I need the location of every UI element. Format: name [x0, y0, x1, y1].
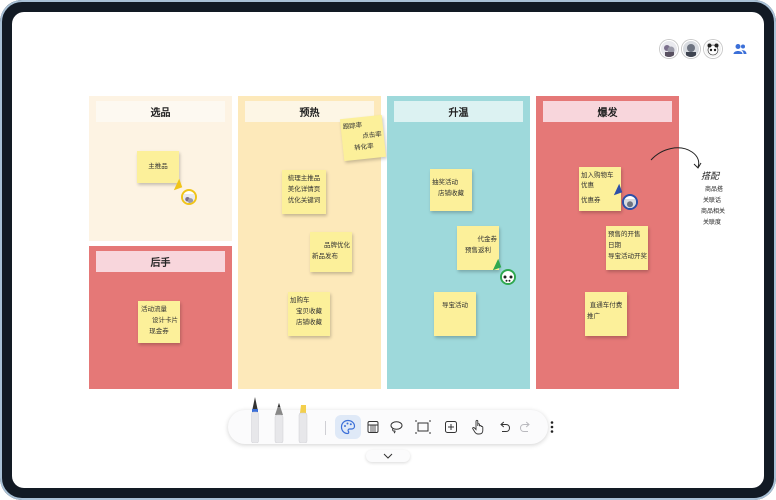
note-text: 设计卡片: [152, 316, 178, 324]
collaborator-avatar[interactable]: [704, 40, 722, 58]
column-header: 选品: [96, 101, 225, 122]
sticky-note[interactable]: 跟踪率 点击率 转化率: [339, 114, 387, 162]
tablet-frame: 选品 主推品 后手 活动流量 设计卡片 现金券 预热 梳理主推品 美化详情页 优…: [0, 0, 776, 500]
note-text: 加购车: [290, 296, 310, 304]
note-text: 直通车付费: [589, 301, 623, 309]
column-header: 升温: [394, 101, 523, 122]
eraser-tool[interactable]: [365, 419, 381, 435]
note-text: 店铺收藏: [296, 318, 322, 326]
handwritten-line: 关联度: [703, 219, 722, 226]
sticky-note[interactable]: 直通车付费 推广: [585, 292, 627, 336]
pen-tool[interactable]: [246, 396, 264, 444]
collaborator-cursor: [170, 178, 200, 208]
sticky-note[interactable]: 预售的开售 日期 导宝活动开奖: [606, 226, 648, 270]
note-text: 优化关键词: [287, 196, 321, 204]
drawing-toolbar: [228, 397, 554, 444]
cursor-arrow-icon: [489, 258, 502, 271]
column-shengwen[interactable]: 升温 抽奖活动 店铺收藏 代金券 预售返利 导宝活动: [387, 96, 530, 389]
note-text: 推广: [587, 312, 600, 320]
select-box-tool[interactable]: [413, 419, 433, 435]
collaborator-cursor: [489, 258, 519, 288]
column-baofa[interactable]: 爆发 加入购物车 优惠 优惠券 预售的开售 日期 导宝活动开奖 直通车付费 推广: [536, 96, 679, 389]
note-text: 现金券: [149, 327, 169, 335]
note-text: 优惠券: [581, 196, 601, 204]
cursor-arrow-icon: [170, 178, 183, 191]
palette-tool[interactable]: [335, 415, 361, 439]
add-tool[interactable]: [443, 419, 459, 435]
note-text: 品牌优化: [324, 241, 350, 249]
note-text: 预售返利: [465, 246, 491, 254]
cursor-avatar: [622, 194, 638, 210]
note-text: 导宝活动: [442, 301, 468, 309]
note-text: 日期: [608, 241, 621, 249]
note-text: 美化详情页: [287, 185, 321, 193]
handwritten-title: 搭配: [701, 172, 720, 182]
note-text: 主推品: [148, 162, 168, 170]
column-yure[interactable]: 预热 梳理主推品 美化详情页 优化关键词 跟踪率 点击率 转化率 品牌优化 新品…: [238, 96, 387, 389]
pencil-tool[interactable]: [270, 402, 288, 444]
note-text: 导宝活动开奖: [608, 252, 647, 260]
lasso-tool[interactable]: [388, 419, 404, 435]
participants-icon[interactable]: [732, 41, 748, 57]
sticky-note[interactable]: 加购车 宝贝收藏 店铺收藏: [288, 292, 330, 336]
column-header: 后手: [96, 251, 225, 272]
collaborator-cursor: [610, 183, 641, 213]
column-houshou[interactable]: 后手 活动流量 设计卡片 现金券: [89, 246, 232, 389]
sticky-note[interactable]: 主推品: [137, 151, 179, 183]
sticky-note[interactable]: 梳理主推品 美化详情页 优化关键词: [282, 170, 326, 214]
chevron-down-icon: [383, 453, 393, 459]
more-tool[interactable]: [544, 419, 560, 435]
note-text: 店铺收藏: [438, 189, 464, 197]
note-text: 加入购物车: [581, 171, 614, 179]
note-text: 新品发布: [312, 252, 338, 260]
cursor-avatar: [500, 269, 516, 285]
note-text: 宝贝收藏: [296, 307, 322, 315]
highlighter-tool[interactable]: [294, 404, 312, 444]
handwritten-arrow: [650, 147, 702, 169]
sticky-note[interactable]: 活动流量 设计卡片 现金券: [138, 301, 180, 343]
redo-tool[interactable]: [518, 419, 534, 435]
column-header: 爆发: [543, 101, 672, 122]
note-text: 活动流量: [141, 305, 167, 313]
sticky-note[interactable]: 导宝活动: [434, 292, 476, 336]
hand-tool[interactable]: [470, 418, 486, 436]
handwritten-line: 关联话: [703, 197, 722, 204]
collaborator-bar: [660, 40, 748, 58]
column-xuanpin[interactable]: 选品 主推品: [89, 96, 232, 241]
cursor-avatar: [181, 189, 197, 205]
sticky-note[interactable]: 抽奖活动 店铺收藏: [430, 169, 472, 211]
undo-tool[interactable]: [496, 419, 512, 435]
note-text: 抽奖活动: [432, 178, 458, 186]
note-text: 代金券: [477, 235, 498, 243]
handwritten-line: 商品相关: [701, 208, 726, 215]
sticky-note[interactable]: 品牌优化 新品发布: [310, 232, 352, 272]
handwritten-notes: 搭配 商品搭 关联话 商品相关 关联度: [701, 170, 725, 228]
collaborator-avatar[interactable]: [682, 40, 700, 58]
handwritten-line: 商品搭: [705, 186, 724, 193]
collaborator-avatar[interactable]: [660, 40, 678, 58]
note-text: 预售的开售: [608, 230, 641, 238]
note-text: 梳理主推品: [287, 174, 321, 182]
toolbar-divider: [325, 421, 326, 435]
collapse-toolbar-button[interactable]: [366, 450, 410, 462]
